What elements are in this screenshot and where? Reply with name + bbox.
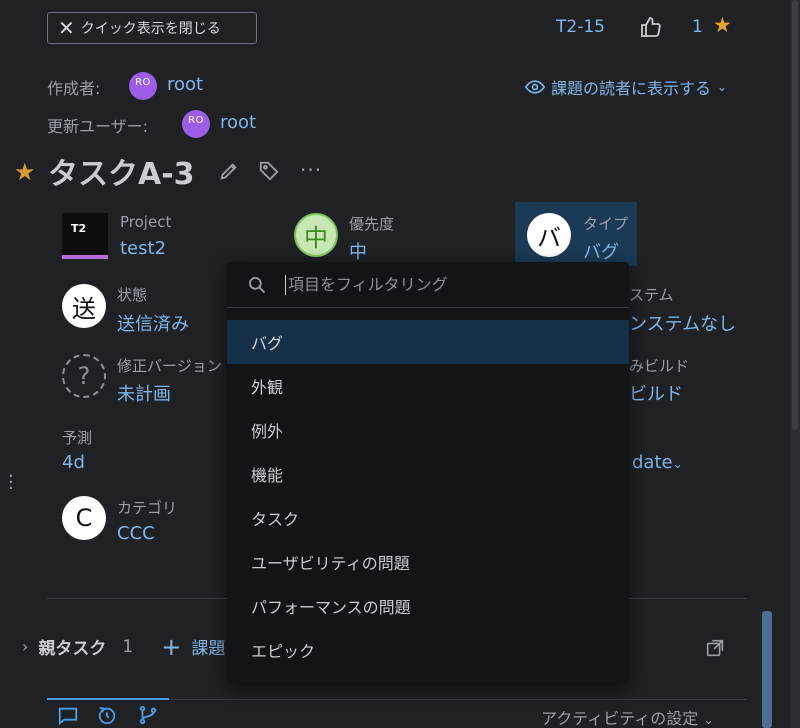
system-value[interactable]: ンステムなし bbox=[629, 310, 736, 336]
watchers-visibility-button[interactable]: 課題の読者に表示する ⌄ bbox=[525, 75, 727, 99]
avatar: RO bbox=[129, 72, 157, 100]
issue-title: タスクA-3 bbox=[48, 157, 195, 192]
build-value[interactable]: ビルド bbox=[629, 380, 683, 406]
comment-icon[interactable] bbox=[57, 705, 79, 728]
watchers-visibility-label: 課題の読者に表示する bbox=[551, 79, 712, 98]
dropdown-options-list: バグ 外観 例外 機能 タスク ユーザビリティの問題 パフォーマンスの問題 エピック bbox=[227, 320, 629, 672]
parent-add-issue-link[interactable]: 課題 bbox=[191, 634, 225, 659]
active-tab-underline bbox=[47, 698, 169, 700]
thumbs-up-icon[interactable] bbox=[639, 15, 663, 43]
date-field-button[interactable]: date⌄ bbox=[632, 452, 683, 473]
build-label: みビルド bbox=[629, 357, 690, 375]
page-scrollbar-thumb[interactable] bbox=[792, 0, 798, 430]
more-options-icon[interactable]: ··· bbox=[300, 158, 322, 182]
creator-name-link[interactable]: root bbox=[167, 74, 203, 95]
date-value: date bbox=[632, 452, 673, 473]
priority-value[interactable]: 中 bbox=[349, 238, 367, 264]
state-label: 状態 bbox=[117, 286, 148, 304]
chevron-down-icon: ⌄ bbox=[672, 457, 683, 471]
favorite-star-icon[interactable]: ★ bbox=[14, 158, 36, 186]
open-in-window-icon[interactable] bbox=[704, 637, 726, 663]
search-icon bbox=[249, 276, 266, 293]
fix-version-label: 修正バージョン bbox=[117, 357, 222, 375]
estimate-label: 予測 bbox=[62, 429, 93, 447]
updater-name-link[interactable]: root bbox=[220, 112, 256, 133]
state-value[interactable]: 送信済み bbox=[117, 310, 189, 336]
avatar: RO bbox=[182, 110, 210, 138]
type-dropdown: バグ外観例外機能タスクユーザビリティの問題パフォーマンスの問題エピック bbox=[227, 262, 629, 682]
filter-input[interactable] bbox=[285, 274, 605, 295]
tabs-divider bbox=[169, 699, 747, 700]
chevron-down-icon: ⌄ bbox=[717, 80, 728, 94]
type-value[interactable]: バグ bbox=[583, 238, 619, 264]
tag-icon[interactable] bbox=[258, 160, 280, 186]
category-label: カテゴリ bbox=[117, 499, 178, 517]
project-label: Project bbox=[120, 213, 172, 231]
project-icon: T2 bbox=[62, 213, 108, 259]
issue-key-link[interactable]: T2-15 bbox=[556, 17, 605, 37]
fix-version-icon: ? bbox=[62, 354, 106, 398]
vote-count: 1 bbox=[692, 17, 703, 37]
edit-pencil-icon[interactable] bbox=[218, 160, 240, 186]
updater-label: 更新ユーザー: bbox=[47, 117, 149, 136]
state-icon: 送 bbox=[62, 284, 106, 328]
priority-icon: 中 bbox=[294, 213, 338, 257]
category-icon: C bbox=[62, 496, 106, 540]
history-icon[interactable] bbox=[96, 704, 118, 728]
dropdown-option[interactable]: ユーザビリティの問題 bbox=[227, 540, 629, 584]
priority-label: 優先度 bbox=[349, 215, 395, 233]
star-icon[interactable]: ★ bbox=[713, 13, 732, 37]
creator-label: 作成者: bbox=[47, 79, 101, 98]
dropdown-option[interactable]: エピック bbox=[227, 628, 629, 672]
parent-task-count: 1 bbox=[122, 636, 134, 657]
activity-settings-label: アクティビティの設定 bbox=[541, 709, 699, 728]
category-value[interactable]: CCC bbox=[117, 523, 155, 544]
project-value[interactable]: test2 bbox=[120, 238, 166, 259]
activity-settings-button[interactable]: アクティビティの設定 ⌄ bbox=[541, 705, 713, 728]
filter-search-box[interactable] bbox=[227, 262, 629, 308]
dropdown-option[interactable]: 機能 bbox=[227, 452, 629, 496]
dropdown-option[interactable]: タスク bbox=[227, 496, 629, 540]
chevron-down-icon: ⌄ bbox=[703, 713, 714, 727]
close-icon: ✕ bbox=[58, 16, 75, 40]
dropdown-option[interactable]: バグ bbox=[227, 320, 629, 364]
type-icon: バ bbox=[527, 213, 571, 257]
parent-task-label: 親タスク bbox=[38, 639, 107, 659]
parent-task-row[interactable]: › 親タスク 1 + 課題 bbox=[22, 634, 225, 660]
type-label: タイプ bbox=[583, 215, 629, 233]
chevron-right-icon[interactable]: › bbox=[22, 637, 28, 656]
drag-handle-icon[interactable]: · · · bbox=[8, 468, 14, 498]
dropdown-option[interactable]: パフォーマンスの問題 bbox=[227, 584, 629, 628]
fix-version-value[interactable]: 未計画 bbox=[117, 380, 171, 406]
close-quick-view-label: クイック表示を閉じる bbox=[80, 21, 221, 37]
system-label: ステム bbox=[629, 286, 674, 304]
eye-icon bbox=[525, 80, 545, 94]
panel-scrollbar-thumb[interactable] bbox=[762, 611, 772, 728]
vcs-branch-icon[interactable] bbox=[137, 704, 159, 728]
dropdown-option[interactable]: 例外 bbox=[227, 408, 629, 452]
add-icon[interactable]: + bbox=[161, 635, 181, 659]
estimate-value[interactable]: 4d bbox=[62, 452, 85, 473]
dropdown-option[interactable]: 外観 bbox=[227, 364, 629, 408]
close-quick-view-button[interactable]: ✕ クイック表示を閉じる bbox=[47, 12, 257, 44]
